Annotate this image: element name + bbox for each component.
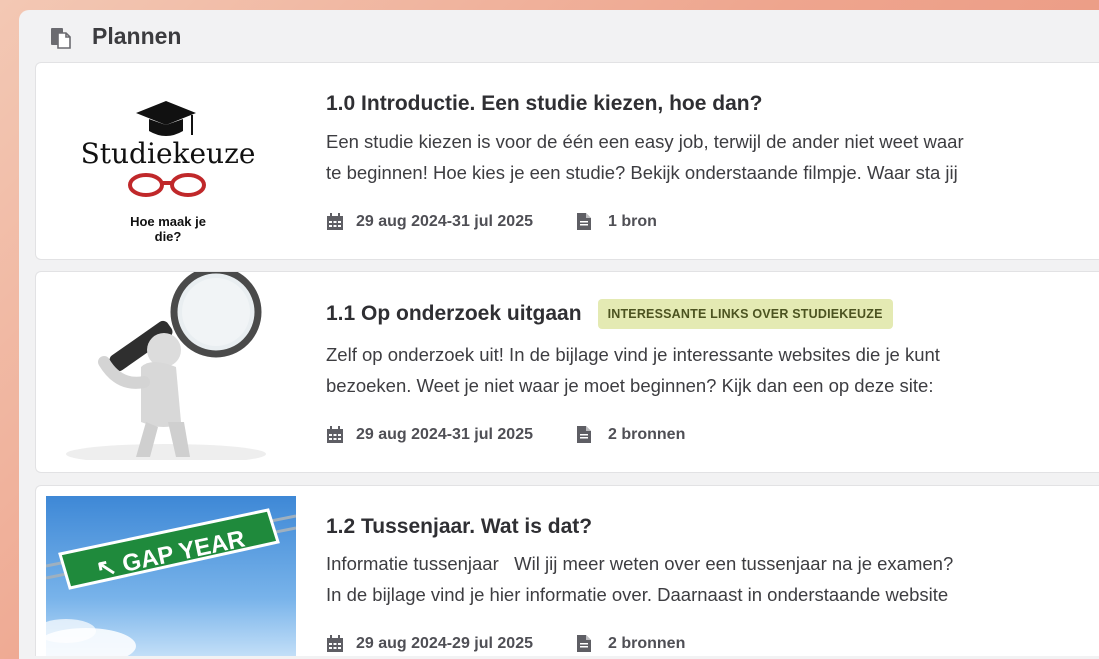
- description-line: Informatie tussenjaar Wil jij meer weten…: [326, 553, 954, 574]
- document-icon: [577, 426, 591, 443]
- studiekeuze-thumbnail: Studiekeuze Hoe maak je die?: [46, 73, 296, 251]
- magnifier-figure-thumbnail: [46, 272, 296, 460]
- description-line: Zelf op onderzoek uit! In de bijlage vin…: [326, 344, 940, 365]
- description-line: Een studie kiezen is voor de één een eas…: [326, 131, 964, 152]
- description-line: te beginnen! Hoe kies je een studie? Bek…: [326, 162, 958, 183]
- plan-card[interactable]: 1.1 Op onderzoek uitgaan INTERESSANTE LI…: [35, 271, 1099, 473]
- document-icon: [577, 213, 591, 230]
- thumbnail-title: Studiekeuze: [81, 137, 256, 170]
- calendar-icon: [327, 634, 343, 652]
- card-meta: 29 aug 2024-31 jul 2025 1 bron: [326, 212, 657, 231]
- description-line: In de bijlage vind je hier informatie ov…: [326, 584, 949, 605]
- card-description: Zelf op onderzoek uit! In de bijlage vin…: [326, 339, 1076, 401]
- card-title[interactable]: 1.0 Introductie. Een studie kiezen, hoe …: [326, 92, 762, 116]
- plan-card[interactable]: Studiekeuze Hoe maak je die? 1.0 Introdu…: [35, 62, 1099, 260]
- card-title[interactable]: 1.1 Op onderzoek uitgaan INTERESSANTE LI…: [326, 299, 893, 329]
- sources-count[interactable]: 2 bronnen: [608, 426, 685, 444]
- description-line: bezoeken. Weet je niet waar je moet begi…: [326, 375, 934, 396]
- card-title-text[interactable]: 1.1 Op onderzoek uitgaan: [326, 302, 582, 326]
- date-range: 29 aug 2024-29 jul 2025: [356, 634, 533, 652]
- thumbnail-subtitle: Hoe maak je: [130, 214, 206, 229]
- card-title-text[interactable]: 1.2 Tussenjaar. Wat is dat?: [326, 515, 592, 539]
- gap-year-thumbnail: ↖ GAP YEAR: [46, 496, 296, 659]
- section-header: Plannen: [19, 10, 1099, 62]
- sources-count[interactable]: 1 bron: [608, 213, 657, 231]
- card-meta: 29 aug 2024-31 jul 2025 2 bronnen: [326, 425, 685, 444]
- card-title-text[interactable]: 1.0 Introductie. Een studie kiezen, hoe …: [326, 92, 762, 116]
- date-range: 29 aug 2024-31 jul 2025: [356, 212, 533, 230]
- category-tag[interactable]: INTERESSANTE LINKS OVER STUDIEKEUZE: [597, 299, 893, 329]
- date-range: 29 aug 2024-31 jul 2025: [356, 425, 533, 443]
- section-title: Plannen: [92, 23, 182, 49]
- card-title[interactable]: 1.2 Tussenjaar. Wat is dat?: [326, 515, 592, 539]
- card-description: Een studie kiezen is voor de één een eas…: [326, 126, 1076, 188]
- sources-count[interactable]: 2 bronnen: [608, 635, 685, 653]
- card-description: Informatie tussenjaar Wil jij meer weten…: [326, 548, 1076, 610]
- card-meta: 29 aug 2024-29 jul 2025 2 bronnen: [326, 634, 685, 653]
- calendar-icon: [327, 212, 343, 230]
- document-icon: [577, 635, 591, 652]
- plans-panel: Plannen Studiekeuze Hoe maak je die? 1.0…: [19, 10, 1099, 659]
- thumbnail-subtitle-2: die?: [155, 229, 182, 244]
- plan-documents-icon: [51, 28, 71, 49]
- calendar-icon: [327, 425, 343, 443]
- plan-card[interactable]: ↖ GAP YEAR 1.2 Tussenjaar. Wat is dat? I…: [35, 485, 1099, 659]
